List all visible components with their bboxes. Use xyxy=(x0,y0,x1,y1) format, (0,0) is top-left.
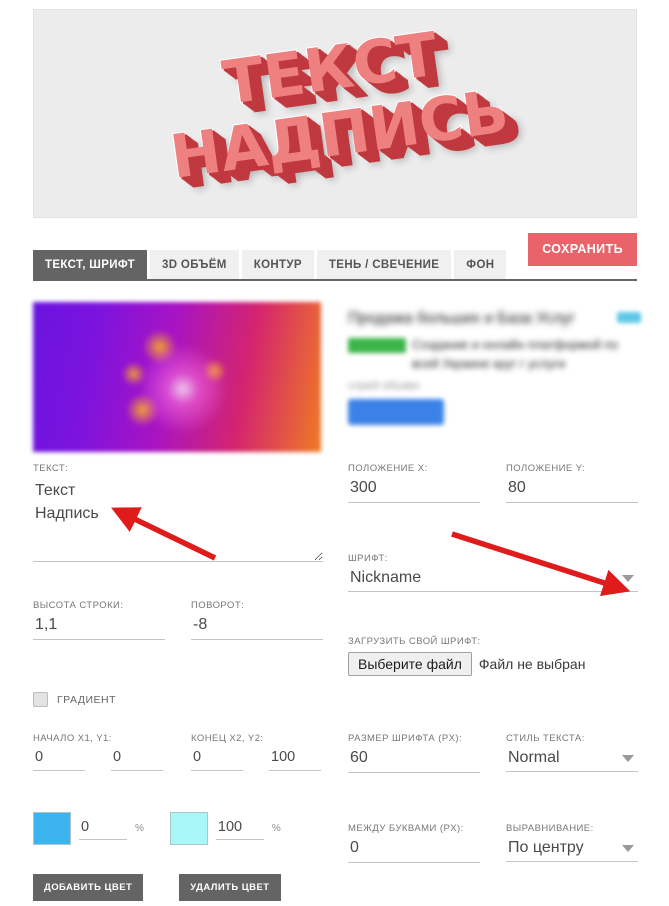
ad-content[interactable]: Продажа больших и База Услуг Создание и … xyxy=(348,308,638,425)
gradient-stop-1-unit: % xyxy=(135,823,144,834)
alignment-label: ВЫРАВНИВАНИЕ: xyxy=(506,823,594,834)
text-editor-page: ТЕКСТ НАДПИСЬ СОХРАНИТЬ ТЕКСТ, ШРИФТ 3D … xyxy=(0,0,669,906)
size-style-group: РАЗМЕР ШРИФТА (PX): СТИЛЬ ТЕКСТА: Normal xyxy=(348,733,638,773)
font-size-input[interactable] xyxy=(348,746,480,773)
gradient-label: ГРАДИЕНТ xyxy=(57,693,116,706)
ad-row: Создание и онлайн платформой по всей Укр… xyxy=(348,336,638,374)
preview-text: ТЕКСТ НАДПИСЬ xyxy=(165,19,514,194)
letter-spacing-input[interactable] xyxy=(348,836,480,863)
text-style-group: СТИЛЬ ТЕКСТА: Normal xyxy=(506,733,638,773)
gradient-stop-1-percent[interactable] xyxy=(79,817,127,840)
position-x-input[interactable] xyxy=(348,476,480,503)
gradient-start-group: НАЧАЛО X1, Y1: xyxy=(33,733,165,771)
ad-subtext: служб объявл xyxy=(348,379,420,392)
text-style-select[interactable]: Normal xyxy=(506,746,638,772)
position-x-label: ПОЛОЖЕНИЕ X: xyxy=(348,463,428,474)
gradient-stop-2-swatch[interactable] xyxy=(169,812,208,845)
text-style-label: СТИЛЬ ТЕКСТА: xyxy=(506,733,585,744)
position-y-input[interactable] xyxy=(506,476,638,503)
letter-spacing-group: МЕЖДУ БУКВАМИ (PX): xyxy=(348,823,480,863)
line-height-input[interactable] xyxy=(33,613,165,640)
text-field-label: ТЕКСТ: xyxy=(33,463,69,474)
gradient-coords-group: НАЧАЛО X1, Y1: КОНЕЦ X2, Y2: xyxy=(33,733,323,771)
ad-cta-button[interactable] xyxy=(348,398,444,425)
gradient-buttons-group: ДОБАВИТЬ ЦВЕТ УДАЛИТЬ ЦВЕТ xyxy=(33,874,323,901)
tab-outline[interactable]: КОНТУР xyxy=(241,250,314,279)
ad-logo-icon xyxy=(617,312,641,323)
gradient-stop-1-swatch[interactable] xyxy=(33,812,71,845)
rotation-input[interactable] xyxy=(191,613,323,640)
gradient-end-group: КОНЕЦ X2, Y2: xyxy=(191,733,323,771)
gradient-x1-input[interactable] xyxy=(33,746,85,771)
font-label: ШРИФТ: xyxy=(348,553,388,564)
gradient-start-label: НАЧАЛО X1, Y1: xyxy=(33,733,112,744)
ad-image[interactable] xyxy=(33,302,321,452)
tab-background[interactable]: ФОН xyxy=(454,250,507,279)
preview-canvas[interactable]: ТЕКСТ НАДПИСЬ xyxy=(33,9,637,218)
text-field-group: ТЕКСТ: xyxy=(33,463,323,567)
rotation-label: ПОВОРОТ: xyxy=(191,600,245,611)
position-y-label: ПОЛОЖЕНИЕ Y: xyxy=(506,463,586,474)
gradient-x2-input[interactable] xyxy=(191,746,243,771)
file-status-text: Файл не выбран xyxy=(478,656,586,672)
ad-title: Продажа больших и База Услуг xyxy=(348,310,576,327)
tab-text-font[interactable]: ТЕКСТ, ШРИФТ xyxy=(33,250,147,279)
alignment-select[interactable]: По центру xyxy=(506,836,638,862)
gradient-stop-2: % xyxy=(169,812,281,845)
gradient-y2-input[interactable] xyxy=(269,746,321,771)
upload-font-label: ЗАГРУЗИТЬ СВОЙ ШРИФТ: xyxy=(348,636,481,647)
tab-3d-volume[interactable]: 3D ОБЪЁМ xyxy=(149,250,239,279)
alignment-group: ВЫРАВНИВАНИЕ: По центру xyxy=(506,823,638,863)
remove-color-button[interactable]: УДАЛИТЬ ЦВЕТ xyxy=(179,874,281,901)
font-size-group: РАЗМЕР ШРИФТА (PX): xyxy=(348,733,480,773)
gradient-stops-group: % % xyxy=(33,812,323,845)
gradient-checkbox-row[interactable]: ГРАДИЕНТ xyxy=(33,692,323,707)
add-color-button[interactable]: ДОБАВИТЬ ЦВЕТ xyxy=(33,874,144,901)
spacing-align-group: МЕЖДУ БУКВАМИ (PX): ВЫРАВНИВАНИЕ: По цен… xyxy=(348,823,638,863)
gradient-stop-2-unit: % xyxy=(271,823,281,834)
font-group: ШРИФТ: Nickname xyxy=(348,553,638,592)
letter-spacing-label: МЕЖДУ БУКВАМИ (PX): xyxy=(348,823,464,834)
upload-font-group: ЗАГРУЗИТЬ СВОЙ ШРИФТ: Выберите файл Файл… xyxy=(348,636,638,676)
line-rotation-group: ВЫСОТА СТРОКИ: ПОВОРОТ: xyxy=(33,600,323,640)
position-y-group: ПОЛОЖЕНИЕ Y: xyxy=(506,463,638,503)
gradient-y1-input[interactable] xyxy=(111,746,163,771)
tab-bar: ТЕКСТ, ШРИФТ 3D ОБЪЁМ КОНТУР ТЕНЬ / СВЕЧ… xyxy=(33,250,637,279)
choose-file-button[interactable]: Выберите файл xyxy=(348,652,472,676)
font-select[interactable]: Nickname xyxy=(348,566,638,592)
text-input[interactable] xyxy=(33,476,323,562)
gradient-end-label: КОНЕЦ X2, Y2: xyxy=(191,733,264,744)
position-group: ПОЛОЖЕНИЕ X: ПОЛОЖЕНИЕ Y: xyxy=(348,463,638,503)
position-x-group: ПОЛОЖЕНИЕ X: xyxy=(348,463,480,503)
ad-body: Создание и онлайн платформой по всей Укр… xyxy=(412,338,619,372)
font-size-label: РАЗМЕР ШРИФТА (PX): xyxy=(348,733,463,744)
line-height-group: ВЫСОТА СТРОКИ: xyxy=(33,600,165,640)
tab-shadow-glow[interactable]: ТЕНЬ / СВЕЧЕНИЕ xyxy=(316,250,452,279)
gradient-toggle-group: ГРАДИЕНТ xyxy=(33,692,323,707)
tab-underline xyxy=(33,279,637,281)
ad-badge xyxy=(348,338,406,354)
gradient-checkbox[interactable] xyxy=(33,692,48,707)
gradient-stop-1: % xyxy=(33,812,144,845)
line-height-label: ВЫСОТА СТРОКИ: xyxy=(33,600,124,611)
rotation-group: ПОВОРОТ: xyxy=(191,600,323,640)
gradient-stop-2-percent[interactable] xyxy=(215,817,264,840)
